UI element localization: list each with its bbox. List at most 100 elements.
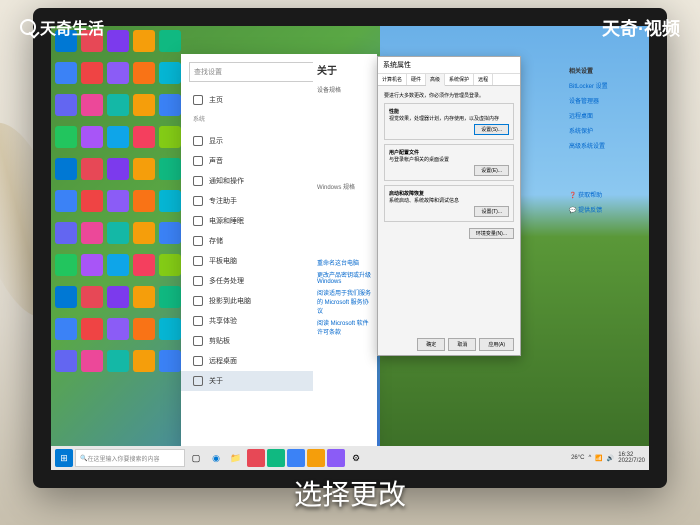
desktop-icon-48[interactable]	[133, 318, 155, 340]
desktop-icon-6[interactable]	[81, 62, 103, 84]
about-link-1[interactable]: 更改产品密钥或升级 Windows	[317, 270, 373, 285]
tray-chevron-icon[interactable]: ^	[589, 455, 592, 461]
desktop-icon-46[interactable]	[81, 318, 103, 340]
sysprops-tab-4[interactable]: 远程	[474, 74, 493, 85]
desktop-icon-37[interactable]	[107, 254, 129, 276]
desktop-icon-8[interactable]	[133, 62, 155, 84]
desktop-icon-52[interactable]	[107, 350, 129, 372]
desktop-icon-32[interactable]	[107, 222, 129, 244]
desktop-icon-22[interactable]	[107, 158, 129, 180]
taskbar-tray[interactable]: 26°C ^ 📶 🔊 16:322022/7/20	[571, 452, 645, 464]
desktop-icon-20[interactable]	[55, 158, 77, 180]
desktop-icon-16[interactable]	[81, 126, 103, 148]
desktop-icon-17[interactable]	[107, 126, 129, 148]
sysprops-settings-btn-2[interactable]: 设置(T)...	[474, 206, 509, 217]
wifi-icon[interactable]: 📶	[595, 455, 602, 462]
desktop-icon-35[interactable]	[55, 254, 77, 276]
desktop-icon-15[interactable]	[55, 126, 77, 148]
app-icon-1[interactable]	[247, 449, 265, 467]
desktop-icon-50[interactable]	[55, 350, 77, 372]
desktop-icon-31[interactable]	[81, 222, 103, 244]
sysprops-settings-btn-1[interactable]: 设置(E)...	[474, 165, 509, 176]
app-icon-3[interactable]	[287, 449, 305, 467]
app-icon-4[interactable]	[307, 449, 325, 467]
desktop-icon-4[interactable]	[159, 30, 181, 52]
desktop-icon-49[interactable]	[159, 318, 181, 340]
sysprops-footer-btn-1[interactable]: 取消	[448, 338, 476, 351]
sysprops-tab-0[interactable]: 计算机名	[378, 74, 407, 85]
related-link-2[interactable]: 远程桌面	[569, 111, 639, 120]
desktop-icon-42[interactable]	[107, 286, 129, 308]
edge-icon[interactable]: ◉	[207, 449, 225, 467]
sysprops-settings-btn-0[interactable]: 设置(S)...	[474, 124, 509, 135]
app-icon-5[interactable]	[327, 449, 345, 467]
related-link-1[interactable]: 设备管理器	[569, 96, 639, 105]
desktop-icon-19[interactable]	[159, 126, 181, 148]
settings-item-icon	[193, 216, 203, 226]
desktop-icon-5[interactable]	[55, 62, 77, 84]
desktop-icon-53[interactable]	[133, 350, 155, 372]
desktop-icon-25[interactable]	[55, 190, 77, 212]
desktop-icon-10[interactable]	[55, 94, 77, 116]
desktop-icon-14[interactable]	[159, 94, 181, 116]
desktop-icon-13[interactable]	[133, 94, 155, 116]
related-link-0[interactable]: BitLocker 设置	[569, 81, 639, 90]
app-icon-2[interactable]	[267, 449, 285, 467]
desktop-icon-12[interactable]	[107, 94, 129, 116]
sysprops-tab-1[interactable]: 硬件	[407, 74, 426, 85]
system-properties-dialog[interactable]: 系统属性 计算机名硬件高级系统保护远程 要进行大多数更改，你必须作为管理员登录。…	[377, 56, 521, 356]
desktop-icon-3[interactable]	[133, 30, 155, 52]
desktop-icon-28[interactable]	[133, 190, 155, 212]
about-link-3[interactable]: 阅读 Microsoft 软件许可条款	[317, 318, 373, 336]
explorer-icon[interactable]: 📁	[227, 449, 245, 467]
taskbar[interactable]: ⊞ 🔍 在这里输入你要搜索的内容 ▢ ◉ 📁 ⚙ 26°C ^ 📶 🔊 16:3…	[51, 446, 649, 470]
desktop-icon-30[interactable]	[55, 222, 77, 244]
clock[interactable]: 16:322022/7/20	[618, 452, 645, 464]
related-link-4[interactable]: 高级系统设置	[569, 141, 639, 150]
about-link-2[interactable]: 阅读适用于我们服务的 Microsoft 服务协议	[317, 288, 373, 315]
weather-widget[interactable]: 26°C	[571, 455, 584, 461]
desktop-icon-29[interactable]	[159, 190, 181, 212]
sysprops-footer-btn-2[interactable]: 应用(A)	[479, 338, 514, 351]
desktop-icon-36[interactable]	[81, 254, 103, 276]
windows-spec-heading: Windows 规格	[317, 182, 373, 191]
desktop-icon-26[interactable]	[81, 190, 103, 212]
desktop-icon-51[interactable]	[81, 350, 103, 372]
sysprops-titlebar[interactable]: 系统属性	[378, 57, 520, 74]
taskbar-search[interactable]: 🔍 在这里输入你要搜索的内容	[75, 449, 185, 467]
desktop-icon-33[interactable]	[133, 222, 155, 244]
desktop-screen[interactable]: 查找设置 主页 系统 显示声音通知和操作专注助手电源和睡眠存储平板电脑多任务处理…	[51, 26, 649, 470]
desktop-icon-47[interactable]	[107, 318, 129, 340]
desktop-icon-41[interactable]	[81, 286, 103, 308]
desktop-icon-27[interactable]	[107, 190, 129, 212]
desktop-icon-38[interactable]	[133, 254, 155, 276]
env-vars-button[interactable]: 环境变量(N)...	[469, 228, 514, 239]
desktop-icon-34[interactable]	[159, 222, 181, 244]
settings-item-icon	[193, 336, 203, 346]
desktop-icon-9[interactable]	[159, 62, 181, 84]
start-button[interactable]: ⊞	[55, 449, 73, 467]
desktop-icon-44[interactable]	[159, 286, 181, 308]
get-help-link[interactable]: ❓ 获取帮助	[569, 190, 639, 199]
desktop-icon-18[interactable]	[133, 126, 155, 148]
sysprops-tab-3[interactable]: 系统保护	[445, 74, 474, 85]
about-link-0[interactable]: 重命名这台电脑	[317, 258, 373, 267]
desktop-icon-2[interactable]	[107, 30, 129, 52]
desktop-icon-39[interactable]	[159, 254, 181, 276]
desktop-icon-54[interactable]	[159, 350, 181, 372]
task-view-icon[interactable]: ▢	[187, 449, 205, 467]
settings-taskbar-icon[interactable]: ⚙	[347, 449, 365, 467]
desktop-icon-45[interactable]	[55, 318, 77, 340]
feedback-link[interactable]: 💬 提供反馈	[569, 205, 639, 214]
related-link-3[interactable]: 系统保护	[569, 126, 639, 135]
desktop-icon-43[interactable]	[133, 286, 155, 308]
volume-icon[interactable]: 🔊	[607, 455, 614, 462]
desktop-icon-11[interactable]	[81, 94, 103, 116]
desktop-icon-7[interactable]	[107, 62, 129, 84]
sysprops-tab-2[interactable]: 高级	[426, 74, 445, 86]
desktop-icon-21[interactable]	[81, 158, 103, 180]
desktop-icon-23[interactable]	[133, 158, 155, 180]
desktop-icon-40[interactable]	[55, 286, 77, 308]
sysprops-footer-btn-0[interactable]: 确定	[417, 338, 445, 351]
desktop-icon-24[interactable]	[159, 158, 181, 180]
